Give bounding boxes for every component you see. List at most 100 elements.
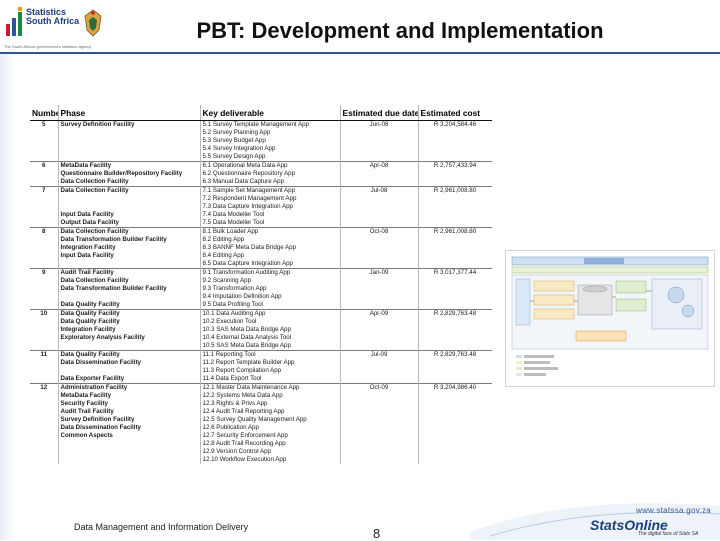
cell-deliverable: 8.2 Editing App <box>200 236 341 244</box>
website-link[interactable]: www.statssa.gov.za <box>636 506 711 515</box>
cell-phase: Survey Definition Facility <box>58 120 201 129</box>
cell-due-date <box>340 293 419 301</box>
cell-due-date <box>340 326 419 334</box>
table-row: Survey Definition Facility 12.5 Survey Qu… <box>30 416 492 424</box>
cell-due-date <box>340 432 419 440</box>
cell-phase: Data Dissemination Facility <box>58 424 201 432</box>
table-row: 12.10 Workflow Execution App <box>30 456 492 464</box>
cell-cost <box>418 342 492 351</box>
cell-cost <box>418 408 492 416</box>
cell-due-date: Oct-08 <box>340 227 419 236</box>
cell-due-date <box>340 301 419 310</box>
cell-cost <box>418 170 492 178</box>
cell-phase: Data Collection Facility <box>58 277 201 285</box>
cell-cost <box>418 375 492 384</box>
cell-number <box>30 424 59 432</box>
cell-number: 11 <box>30 350 59 359</box>
table-row: 10.5 SAS Meta Data Bridge App <box>30 342 492 351</box>
cell-number <box>30 392 59 400</box>
cell-phase: Integration Facility <box>58 244 201 252</box>
table-row: Common Aspects 12.7 Security Enforcement … <box>30 432 492 440</box>
cell-cost <box>418 277 492 285</box>
table-row: Data Collection Facility 9.2 Scanning App <box>30 277 492 285</box>
cell-deliverable: 12.7 Security Enforcement App <box>200 432 341 440</box>
cell-deliverable: 10.2 Execution Tool <box>200 318 341 326</box>
cell-due-date: Jan-09 <box>340 268 419 277</box>
table-row: 9.4 Imputation Definition App <box>30 293 492 301</box>
cell-number <box>30 334 59 342</box>
cell-number <box>30 219 59 228</box>
cell-number <box>30 236 59 244</box>
table-row: 8 Data Collection Facility 8.1 Bulk Loader… <box>30 227 492 236</box>
cell-deliverable: 5.4 Survey Integration App <box>200 145 341 153</box>
cell-phase: MetaData Facility <box>58 392 201 400</box>
cell-cost <box>418 236 492 244</box>
cell-number <box>30 293 59 301</box>
cell-phase <box>58 456 201 464</box>
cell-number <box>30 195 59 203</box>
logo-tagline: The South African government's statistic… <box>4 44 92 49</box>
cell-phase: Data Quality Facility <box>58 301 201 310</box>
cell-phase <box>58 367 201 375</box>
cell-due-date <box>340 252 419 260</box>
table-row: 8.5 Data Capture Integration App <box>30 260 492 269</box>
cell-due-date <box>340 375 419 384</box>
table-row: Data Dissemination Facility 11.2 Report T… <box>30 359 492 367</box>
header-phase: Phase <box>58 105 201 121</box>
cell-number <box>30 400 59 408</box>
cell-number: 12 <box>30 383 59 392</box>
table-row: 7.2 Respondent Management App <box>30 195 492 203</box>
cell-deliverable: 12.8 Audit Trail Recording App <box>200 440 341 448</box>
table-row: Integration Facility 10.3 SAS Meta Data B… <box>30 326 492 334</box>
cell-deliverable: 9.5 Data Profiling Tool <box>200 301 341 310</box>
cell-number: 9 <box>30 268 59 277</box>
cell-phase: Exploratory Analysis Facility <box>58 334 201 342</box>
cell-deliverable: 8.4 Editing App <box>200 252 341 260</box>
brand-tagline: The digital face of Stats SA <box>638 531 699 537</box>
cell-phase: Data Transformation Builder Facility <box>58 236 201 244</box>
cell-cost <box>418 400 492 408</box>
cell-number <box>30 326 59 334</box>
cell-due-date <box>340 416 419 424</box>
cell-deliverable: 9.3 Transformation App <box>200 285 341 293</box>
table-row: 5.4 Survey Integration App <box>30 145 492 153</box>
cell-deliverable: 7.1 Sample Set Management App <box>200 186 341 195</box>
table-row: Input Data Facility 8.4 Editing App <box>30 252 492 260</box>
logo-line2: South Africa <box>26 16 80 26</box>
cell-due-date <box>340 342 419 351</box>
cell-cost: R 3,204,584.46 <box>418 120 492 129</box>
table-row: 11 Data Quality Facility 11.1 Reporting To… <box>30 350 492 359</box>
cell-due-date <box>340 260 419 269</box>
cell-cost <box>418 326 492 334</box>
cell-number <box>30 416 59 424</box>
cell-cost <box>418 293 492 301</box>
cell-number: 6 <box>30 161 59 170</box>
cell-phase: Administration Facility <box>58 383 201 392</box>
stats-sa-logo-icon <box>6 6 23 36</box>
cell-due-date: Apr-09 <box>340 309 419 318</box>
cell-phase: Data Quality Facility <box>58 350 201 359</box>
table-row: Data Transformation Builder Facility 8.2 … <box>30 236 492 244</box>
cell-number <box>30 203 59 211</box>
cell-number <box>30 375 59 384</box>
table-body: 5 Survey Definition Facility 5.1 Survey Te… <box>30 120 492 464</box>
cell-cost <box>418 285 492 293</box>
cell-phase <box>58 293 201 301</box>
cell-phase: Output Data Facility <box>58 219 201 228</box>
cell-cost <box>418 456 492 464</box>
cell-number <box>30 145 59 153</box>
slide-title: PBT: Development and Implementation <box>196 18 604 43</box>
table-row: 5.2 Survey Planning App <box>30 129 492 137</box>
cell-phase: Data Quality Facility <box>58 318 201 326</box>
cell-due-date <box>340 137 419 145</box>
cell-phase <box>58 195 201 203</box>
cell-cost <box>418 432 492 440</box>
cell-cost <box>418 424 492 432</box>
page-number: 8 <box>373 526 381 541</box>
cell-phase: MetaData Facility <box>58 161 201 170</box>
table-row: 10 Data Quality Facility 10.1 Data Auditin… <box>30 309 492 318</box>
cell-deliverable: 10.1 Data Auditing App <box>200 309 341 318</box>
table-row: 11.3 Report Compilation App <box>30 367 492 375</box>
cell-due-date <box>340 244 419 252</box>
cell-number <box>30 244 59 252</box>
